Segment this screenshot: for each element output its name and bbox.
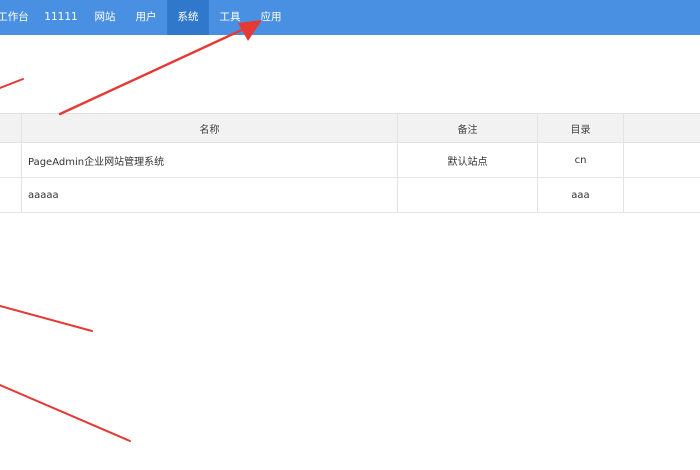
nav-item-system[interactable]: 系统 bbox=[167, 0, 209, 35]
row-select-cell[interactable] bbox=[0, 143, 21, 177]
top-navigation-bar: 工作台 11111 网站 用户 系统 工具 应用 bbox=[0, 0, 700, 35]
site-table: 名称 备注 目录 PageAdmin企业网站管理系统 默认站点 cn aaaaa… bbox=[0, 113, 700, 213]
nav-item-apps[interactable]: 应用 bbox=[254, 0, 288, 35]
table-header-row: 名称 备注 目录 bbox=[0, 113, 700, 143]
nav-item-website[interactable]: 网站 bbox=[88, 0, 122, 35]
site-name-cell: aaaaa bbox=[21, 178, 397, 212]
header-note: 备注 bbox=[397, 114, 537, 142]
header-select bbox=[0, 114, 21, 142]
site-name-cell: PageAdmin企业网站管理系统 bbox=[21, 143, 397, 177]
row-actions-cell[interactable] bbox=[623, 143, 700, 177]
site-note-cell: 默认站点 bbox=[397, 143, 537, 177]
site-note-cell bbox=[397, 178, 537, 212]
header-directory: 目录 bbox=[537, 114, 623, 142]
annotation-overlay bbox=[0, 20, 262, 442]
header-actions bbox=[623, 114, 700, 142]
row-select-cell[interactable] bbox=[0, 178, 21, 212]
annotation-line bbox=[0, 305, 93, 332]
row-actions-cell[interactable] bbox=[623, 178, 700, 212]
site-directory-cell: cn bbox=[537, 143, 623, 177]
annotation-line bbox=[0, 384, 131, 442]
site-directory-cell: aaa bbox=[537, 178, 623, 212]
table-row[interactable]: PageAdmin企业网站管理系统 默认站点 cn bbox=[0, 143, 700, 178]
nav-item-users[interactable]: 用户 bbox=[129, 0, 163, 35]
nav-item-tools[interactable]: 工具 bbox=[213, 0, 247, 35]
header-name: 名称 bbox=[21, 114, 397, 142]
annotation-line bbox=[0, 78, 24, 89]
nav-item-workbench[interactable]: 工作台 bbox=[0, 0, 30, 35]
nav-item-11111[interactable]: 11111 bbox=[40, 0, 82, 35]
table-row[interactable]: aaaaa aaa bbox=[0, 178, 700, 213]
